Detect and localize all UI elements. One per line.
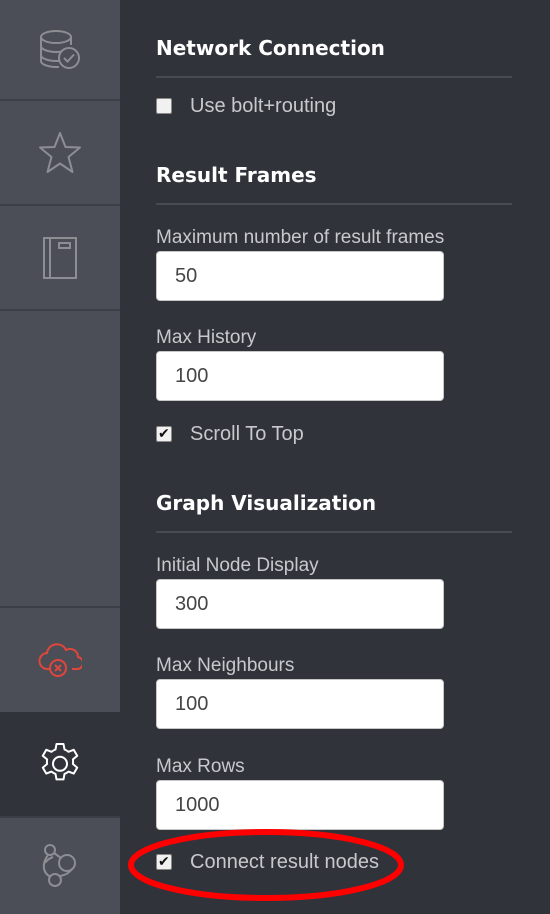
settings-panel: Network Connection Use bolt+routing Resu… — [120, 0, 550, 914]
max-neighbours-input[interactable] — [156, 679, 444, 729]
max-frames-label: Maximum number of result frames — [156, 227, 445, 248]
max-rows-label: Max Rows — [156, 756, 245, 777]
section-divider — [156, 531, 512, 533]
gear-icon — [38, 742, 82, 786]
initial-node-display-input[interactable] — [156, 579, 444, 629]
section-title-network: Network Connection — [156, 36, 385, 60]
bolt-routing-label[interactable]: Use bolt+routing — [190, 95, 336, 118]
sidebar — [0, 0, 120, 914]
sidebar-divider — [0, 309, 120, 311]
section-divider — [156, 76, 512, 78]
database-check-icon — [38, 28, 82, 72]
max-history-input[interactable] — [156, 351, 444, 401]
checkmark-icon: ✔ — [158, 426, 170, 442]
scroll-to-top-option: ✔ Scroll To Top — [156, 422, 304, 446]
section-divider — [156, 203, 512, 205]
sidebar-item-settings[interactable] — [0, 712, 120, 816]
max-frames-input[interactable] — [156, 251, 444, 301]
max-history-label: Max History — [156, 327, 257, 348]
sidebar-item-about[interactable] — [0, 818, 120, 914]
section-title-result-frames: Result Frames — [156, 163, 317, 187]
sidebar-item-favorites[interactable] — [0, 101, 120, 204]
star-icon — [37, 130, 83, 176]
book-icon — [42, 236, 78, 280]
section-title-graph-visualization: Graph Visualization — [156, 491, 377, 515]
checkmark-icon: ✔ — [158, 854, 170, 870]
settings-drawer-app: Network Connection Use bolt+routing Resu… — [0, 0, 550, 914]
max-rows-input[interactable] — [156, 780, 444, 830]
sidebar-item-cloud-status[interactable] — [0, 608, 120, 711]
sidebar-item-database[interactable] — [0, 0, 120, 99]
bolt-routing-option: Use bolt+routing — [156, 94, 336, 118]
bolt-routing-checkbox[interactable] — [156, 98, 172, 114]
connect-result-nodes-label[interactable]: Connect result nodes — [190, 851, 379, 874]
neo4j-graph-icon — [40, 843, 80, 889]
connect-result-nodes-checkbox[interactable]: ✔ — [156, 854, 172, 870]
cloud-disconnected-icon — [38, 641, 82, 679]
sidebar-item-documents[interactable] — [0, 206, 120, 309]
connect-result-nodes-option: ✔ Connect result nodes — [156, 850, 379, 874]
scroll-to-top-checkbox[interactable]: ✔ — [156, 426, 172, 442]
initial-node-display-label: Initial Node Display — [156, 555, 319, 576]
scroll-to-top-label[interactable]: Scroll To Top — [190, 423, 304, 446]
max-neighbours-label: Max Neighbours — [156, 655, 295, 676]
